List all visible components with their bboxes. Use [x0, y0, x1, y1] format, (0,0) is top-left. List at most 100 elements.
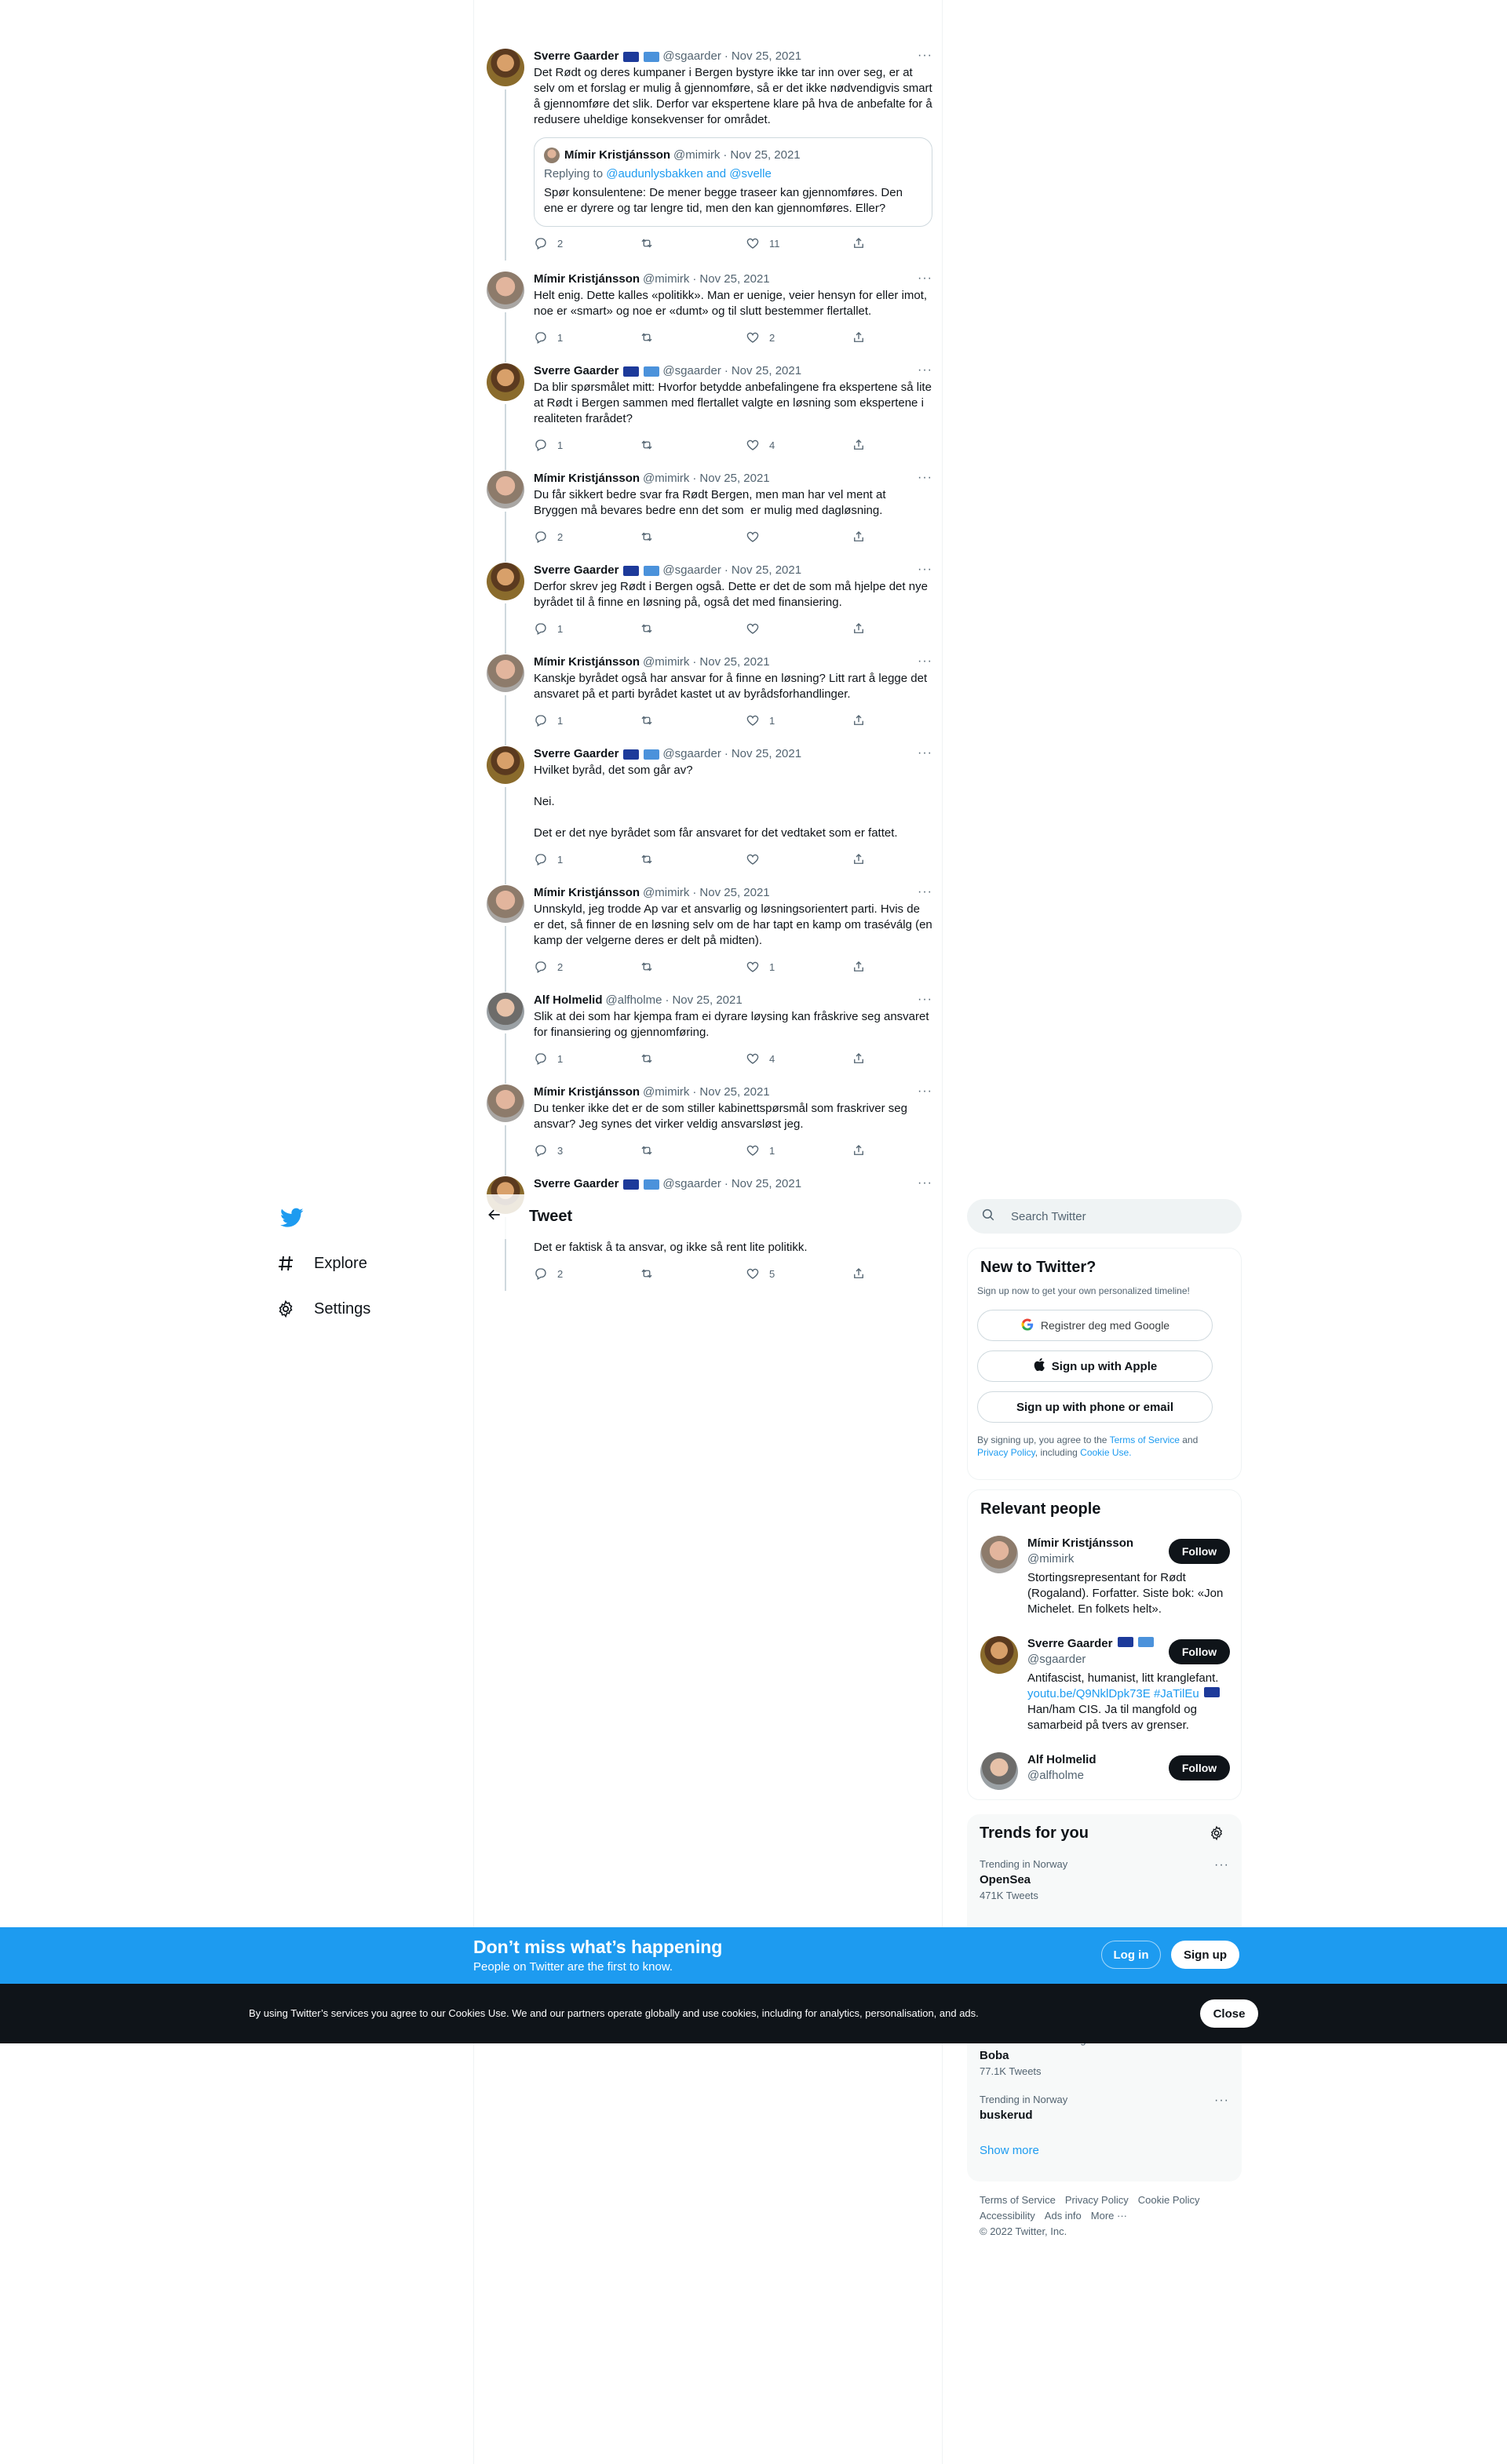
author-name[interactable]: Alf Holmelid: [534, 993, 603, 1008]
more-options-icon[interactable]: ···: [918, 993, 932, 1007]
avatar[interactable]: [487, 746, 524, 784]
tweet-date[interactable]: Nov 25, 2021: [732, 746, 801, 762]
signup-button[interactable]: Sign up: [1171, 1941, 1239, 1969]
share-button[interactable]: [852, 851, 867, 867]
tweet[interactable]: Alf Holmelid @alfholme · Nov 25, 2021 ··…: [474, 993, 942, 1084]
privacy-policy-link[interactable]: Privacy Policy: [977, 1447, 1035, 1458]
show-more-link[interactable]: Show more: [980, 2144, 1039, 2157]
footer-link[interactable]: More ···: [1091, 2210, 1127, 2222]
retweet-button[interactable]: [640, 959, 702, 975]
share-button[interactable]: [852, 621, 867, 636]
reply-button[interactable]: 1: [534, 851, 597, 867]
like-button[interactable]: [746, 621, 808, 636]
more-options-icon[interactable]: ···: [918, 563, 932, 577]
tweet[interactable]: Mímir Kristjánsson @mimirk · Nov 25, 202…: [474, 654, 942, 745]
nav-explore[interactable]: Explore: [275, 1245, 367, 1282]
tweet-date[interactable]: Nov 25, 2021: [732, 49, 801, 64]
follow-button[interactable]: Follow: [1169, 1539, 1230, 1564]
share-button[interactable]: [852, 959, 867, 975]
footer-link[interactable]: Privacy Policy: [1065, 2194, 1129, 2206]
retweet-button[interactable]: [640, 235, 702, 251]
trend-item[interactable]: Trending in Norway buskerud ···: [980, 2094, 1229, 2123]
reply-button[interactable]: 2: [534, 1266, 597, 1281]
tweet-date[interactable]: Nov 25, 2021: [699, 272, 769, 287]
tweet[interactable]: Sverre Gaarder @sgaarder · Nov 25, 2021 …: [474, 49, 942, 261]
more-options-icon[interactable]: ···: [1214, 1858, 1229, 1872]
author-name[interactable]: Mímir Kristjánsson: [534, 654, 640, 670]
person-card[interactable]: Mímir Kristjánsson @mimirk Stortingsrepr…: [980, 1536, 1230, 1630]
author-handle[interactable]: @sgaarder: [662, 746, 721, 762]
tweet-date[interactable]: Nov 25, 2021: [699, 654, 769, 670]
author-name[interactable]: Mímir Kristjánsson: [534, 1084, 640, 1100]
author-name[interactable]: Sverre Gaarder: [534, 363, 618, 379]
tweet-date[interactable]: Nov 25, 2021: [732, 363, 801, 379]
reply-button[interactable]: 1: [534, 1051, 597, 1066]
reply-button[interactable]: 2: [534, 959, 597, 975]
tweet[interactable]: Mímir Kristjánsson @mimirk · Nov 25, 202…: [474, 471, 942, 562]
like-button[interactable]: 11: [746, 235, 808, 251]
google-signup-button[interactable]: Registrer deg med Google: [977, 1310, 1213, 1341]
avatar[interactable]: [487, 563, 524, 600]
retweet-button[interactable]: [640, 713, 702, 728]
author-handle[interactable]: @sgaarder: [662, 363, 721, 379]
more-options-icon[interactable]: ···: [918, 49, 932, 63]
share-button[interactable]: [852, 529, 867, 545]
bio-hashtag-link[interactable]: #JaTilEu: [1154, 1687, 1199, 1700]
author-name[interactable]: Sverre Gaarder: [534, 1176, 618, 1192]
person-card[interactable]: Sverre Gaarder @sgaarder Antifascist, hu…: [980, 1636, 1230, 1738]
avatar[interactable]: [980, 1636, 1018, 1674]
author-name[interactable]: Sverre Gaarder: [534, 49, 618, 64]
like-button[interactable]: 1: [746, 1143, 808, 1158]
more-options-icon[interactable]: ···: [918, 654, 932, 669]
avatar[interactable]: [487, 471, 524, 508]
reply-button[interactable]: 1: [534, 330, 597, 345]
reply-button[interactable]: 1: [534, 621, 597, 636]
retweet-button[interactable]: [640, 529, 702, 545]
tweet[interactable]: Mímir Kristjánsson @mimirk · Nov 25, 202…: [474, 1084, 942, 1176]
author-name[interactable]: Mímir Kristjánsson: [534, 272, 640, 287]
avatar[interactable]: [980, 1536, 1018, 1573]
author-handle[interactable]: @mimirk: [643, 1084, 689, 1100]
twitter-logo-icon[interactable]: [275, 1201, 309, 1235]
more-options-icon[interactable]: ···: [918, 885, 932, 899]
footer-link[interactable]: Terms of Service: [980, 2194, 1056, 2206]
reply-button[interactable]: 1: [534, 437, 597, 453]
apple-signup-button[interactable]: Sign up with Apple: [977, 1350, 1213, 1382]
retweet-button[interactable]: [640, 1266, 702, 1281]
terms-of-service-link[interactable]: Terms of Service: [1110, 1434, 1180, 1445]
author-name[interactable]: Sverre Gaarder: [534, 746, 618, 762]
more-options-icon[interactable]: ···: [918, 471, 932, 485]
retweet-button[interactable]: [640, 330, 702, 345]
tweet-date[interactable]: Nov 25, 2021: [699, 1084, 769, 1100]
more-options-icon[interactable]: ···: [918, 1084, 932, 1099]
author-handle[interactable]: @alfholme: [606, 993, 662, 1008]
footer-link[interactable]: Ads info: [1045, 2210, 1082, 2222]
reply-button[interactable]: 1: [534, 713, 597, 728]
tweet-date[interactable]: Nov 25, 2021: [699, 885, 769, 901]
follow-button[interactable]: Follow: [1169, 1639, 1230, 1664]
like-button[interactable]: 4: [746, 1051, 808, 1066]
quoted-tweet[interactable]: Mímir Kristjánsson @mimirk · Nov 25, 202…: [534, 137, 932, 227]
author-handle[interactable]: @sgaarder: [662, 563, 721, 578]
avatar[interactable]: [487, 363, 524, 401]
avatar[interactable]: [487, 272, 524, 309]
person-name[interactable]: Sverre Gaarder: [1027, 1637, 1112, 1650]
search-placeholder[interactable]: Search Twitter: [1011, 1210, 1086, 1223]
bio-youtube-link[interactable]: youtu.be/Q9NklDpk73E: [1027, 1687, 1151, 1700]
author-handle[interactable]: @sgaarder: [662, 1176, 721, 1192]
author-name[interactable]: Sverre Gaarder: [534, 563, 618, 578]
retweet-button[interactable]: [640, 1051, 702, 1066]
person-card[interactable]: Alf Holmelid @alfholme Follow: [980, 1752, 1230, 1793]
share-button[interactable]: [852, 437, 867, 453]
share-button[interactable]: [852, 330, 867, 345]
author-name[interactable]: Mímir Kristjánsson: [534, 471, 640, 487]
tweet[interactable]: Sverre Gaarder @sgaarder · Nov 25, 2021 …: [474, 363, 942, 470]
share-button[interactable]: [852, 713, 867, 728]
retweet-button[interactable]: [640, 437, 702, 453]
more-options-icon[interactable]: ···: [918, 1176, 932, 1190]
avatar[interactable]: [487, 49, 524, 86]
avatar[interactable]: [487, 654, 524, 692]
phone-email-signup-button[interactable]: Sign up with phone or email: [977, 1391, 1213, 1423]
footer-link[interactable]: Cookie Policy: [1138, 2194, 1200, 2206]
tweet-date[interactable]: Nov 25, 2021: [732, 1176, 801, 1192]
